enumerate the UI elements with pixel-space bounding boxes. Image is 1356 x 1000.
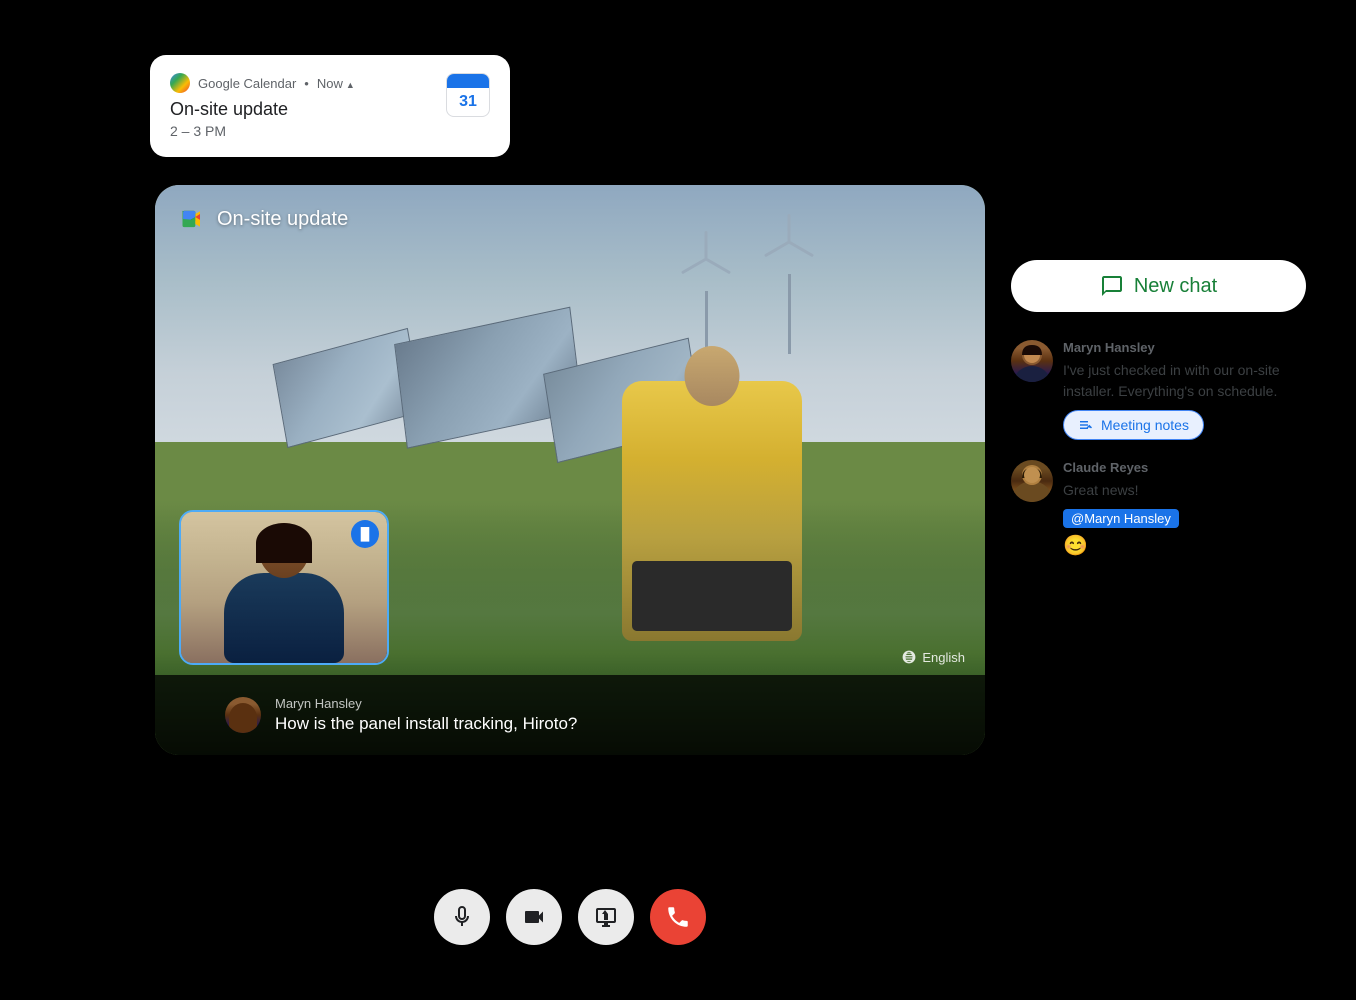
pip-audio-indicator: ▐▌ <box>351 520 379 548</box>
calendar-icon: 31 <box>446 73 490 117</box>
turbine-blade <box>681 257 707 274</box>
notification-time: Now <box>317 76 355 91</box>
meet-logo <box>179 205 207 233</box>
video-header: On-site update <box>179 205 348 233</box>
main-video: On-site update English Maryn Hansley How… <box>155 185 985 755</box>
wind-turbine-1 <box>759 214 819 354</box>
claude-message-text: Great news! <box>1063 480 1306 501</box>
calendar-day: 31 <box>459 88 477 116</box>
video-call-title: On-site update <box>217 208 348 231</box>
notification-dot: • <box>304 76 309 91</box>
settings-icon <box>901 649 917 665</box>
turbine-blade <box>764 240 790 257</box>
present-icon <box>594 905 618 929</box>
pip-person-body <box>224 573 344 663</box>
camera-icon <box>522 905 546 929</box>
caption-avatar-figure <box>229 703 257 733</box>
notification-content: Google Calendar • Now On-site update 2 –… <box>170 73 434 139</box>
reaction-emoji: 😊 <box>1063 533 1306 558</box>
new-chat-button[interactable]: New chat <box>1011 260 1306 312</box>
notification-source: Google Calendar <box>198 76 296 91</box>
notes-icon <box>1078 417 1094 433</box>
chat-icon <box>1100 274 1124 298</box>
notification-card: Google Calendar • Now On-site update 2 –… <box>150 55 510 157</box>
maryn-avatar <box>1011 340 1053 382</box>
maryn-name: Maryn Hansley <box>1063 340 1306 355</box>
controls-bar <box>155 889 985 945</box>
turbine-blades-1 <box>759 214 819 274</box>
language-indicator: English <box>901 649 965 665</box>
claude-message-body: Claude Reyes Great news! @Maryn Hansley … <box>1063 460 1306 558</box>
mic-icon <box>450 905 474 929</box>
caption-content: Maryn Hansley How is the panel install t… <box>275 696 885 734</box>
maryn-message-text: I've just checked in with our on-site in… <box>1063 360 1306 402</box>
mic-button[interactable] <box>434 889 490 945</box>
notification-title: On-site update <box>170 99 434 120</box>
meeting-notes-chip[interactable]: Meeting notes <box>1063 410 1204 440</box>
chat-panel: New chat Maryn Hansley I've just checked… <box>1011 260 1306 578</box>
claude-avatar-img <box>1011 460 1053 502</box>
turbine-blade <box>788 240 814 257</box>
person-laptop <box>632 561 792 631</box>
turbine-blades-2 <box>676 231 736 291</box>
camera-button[interactable] <box>506 889 562 945</box>
new-chat-label: New chat <box>1134 275 1217 298</box>
chat-message-2: Claude Reyes Great news! @Maryn Hansley … <box>1011 460 1306 558</box>
present-button[interactable] <box>578 889 634 945</box>
pip-video: ▐▌ <box>179 510 389 665</box>
turbine-blade <box>788 214 791 242</box>
notification-header: Google Calendar • Now <box>170 73 434 93</box>
maryn-message-body: Maryn Hansley I've just checked in with … <box>1063 340 1306 440</box>
meeting-notes-label: Meeting notes <box>1101 417 1189 433</box>
caption-avatar <box>225 697 261 733</box>
caption-text: How is the panel install tracking, Hirot… <box>275 714 885 734</box>
claude-name: Claude Reyes <box>1063 460 1306 475</box>
claude-avatar <box>1011 460 1053 502</box>
person-head <box>685 346 740 406</box>
calendar-header <box>447 74 489 88</box>
notification-subtitle: 2 – 3 PM <box>170 123 434 139</box>
person-body <box>622 381 802 641</box>
chat-message-1: Maryn Hansley I've just checked in with … <box>1011 340 1306 440</box>
turbine-blade <box>705 257 731 274</box>
video-call-container: On-site update English Maryn Hansley How… <box>155 185 985 755</box>
mention-chip: @Maryn Hansley <box>1063 509 1179 528</box>
pip-person-hair <box>256 523 312 563</box>
turbine-pole <box>788 274 791 354</box>
chevron-up-icon <box>346 76 355 91</box>
caption-speaker-name: Maryn Hansley <box>275 696 885 711</box>
end-call-icon <box>665 904 691 930</box>
google-calendar-icon <box>170 73 190 93</box>
maryn-avatar-img <box>1011 340 1053 382</box>
turbine-blade <box>705 231 708 259</box>
person-figure <box>622 381 802 641</box>
language-label: English <box>922 650 965 665</box>
caption-bar: Maryn Hansley How is the panel install t… <box>155 675 985 755</box>
pip-person <box>219 523 349 663</box>
end-call-button[interactable] <box>650 889 706 945</box>
